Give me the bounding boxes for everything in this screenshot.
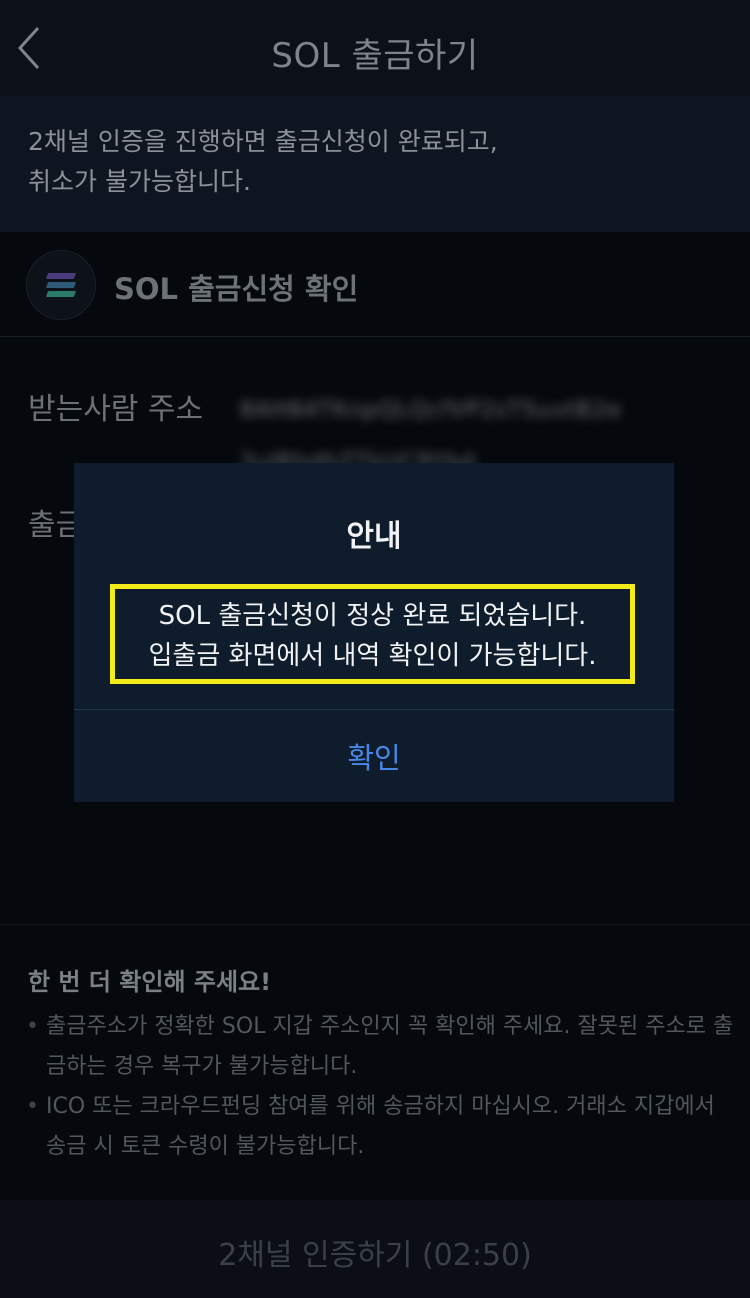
dialog-message-highlight: SOL 출금신청이 정상 완료 되었습니다. 입출금 화면에서 내역 확인이 가… [110, 584, 635, 684]
bullet-icon: • [26, 1014, 39, 1039]
dialog-message-line1: SOL 출금신청이 정상 완료 되었습니다. [158, 601, 587, 631]
warning-item-text: 출금주소가 정확한 SOL 지갑 주소인지 꼭 확인해 주세요. 잘못된 주소로… [46, 1014, 734, 1079]
warning-item: • 출금주소가 정확한 SOL 지갑 주소인지 꼭 확인해 주세요. 잘못된 주… [26, 1007, 736, 1087]
solana-icon [26, 250, 96, 320]
dialog-title: 안내 [346, 519, 402, 554]
warning-item: • ICO 또는 크라우드펀딩 참여를 위해 송금하지 마십시오. 거래소 지갑… [26, 1087, 736, 1167]
verify-button-label: 2채널 인증하기 (02:50) [218, 1238, 532, 1273]
confirm-button[interactable]: 확인 [74, 710, 674, 802]
divider [0, 924, 750, 925]
section-title: SOL 출금신청 확인 [114, 272, 359, 306]
page-title: SOL 출금하기 [271, 36, 479, 76]
dialog-message-line2: 입출금 화면에서 내역 확인이 가능합니다. [148, 641, 597, 671]
section-header [0, 232, 750, 337]
recipient-label: 받는사람 주소 [28, 392, 204, 427]
warning-title: 한 번 더 확인해 주세요! [28, 968, 272, 996]
bullet-icon: • [26, 1094, 39, 1119]
notice-text: 2채널 인증을 진행하면 출금신청이 완료되고, 취소가 불가능합니다. [28, 127, 498, 196]
info-dialog: 안내 SOL 출금신청이 정상 완료 되었습니다. 입출금 화면에서 내역 확인… [74, 463, 674, 802]
warning-item-text: ICO 또는 크라우드펀딩 참여를 위해 송금하지 마십시오. 거래소 지갑에서… [46, 1094, 715, 1159]
